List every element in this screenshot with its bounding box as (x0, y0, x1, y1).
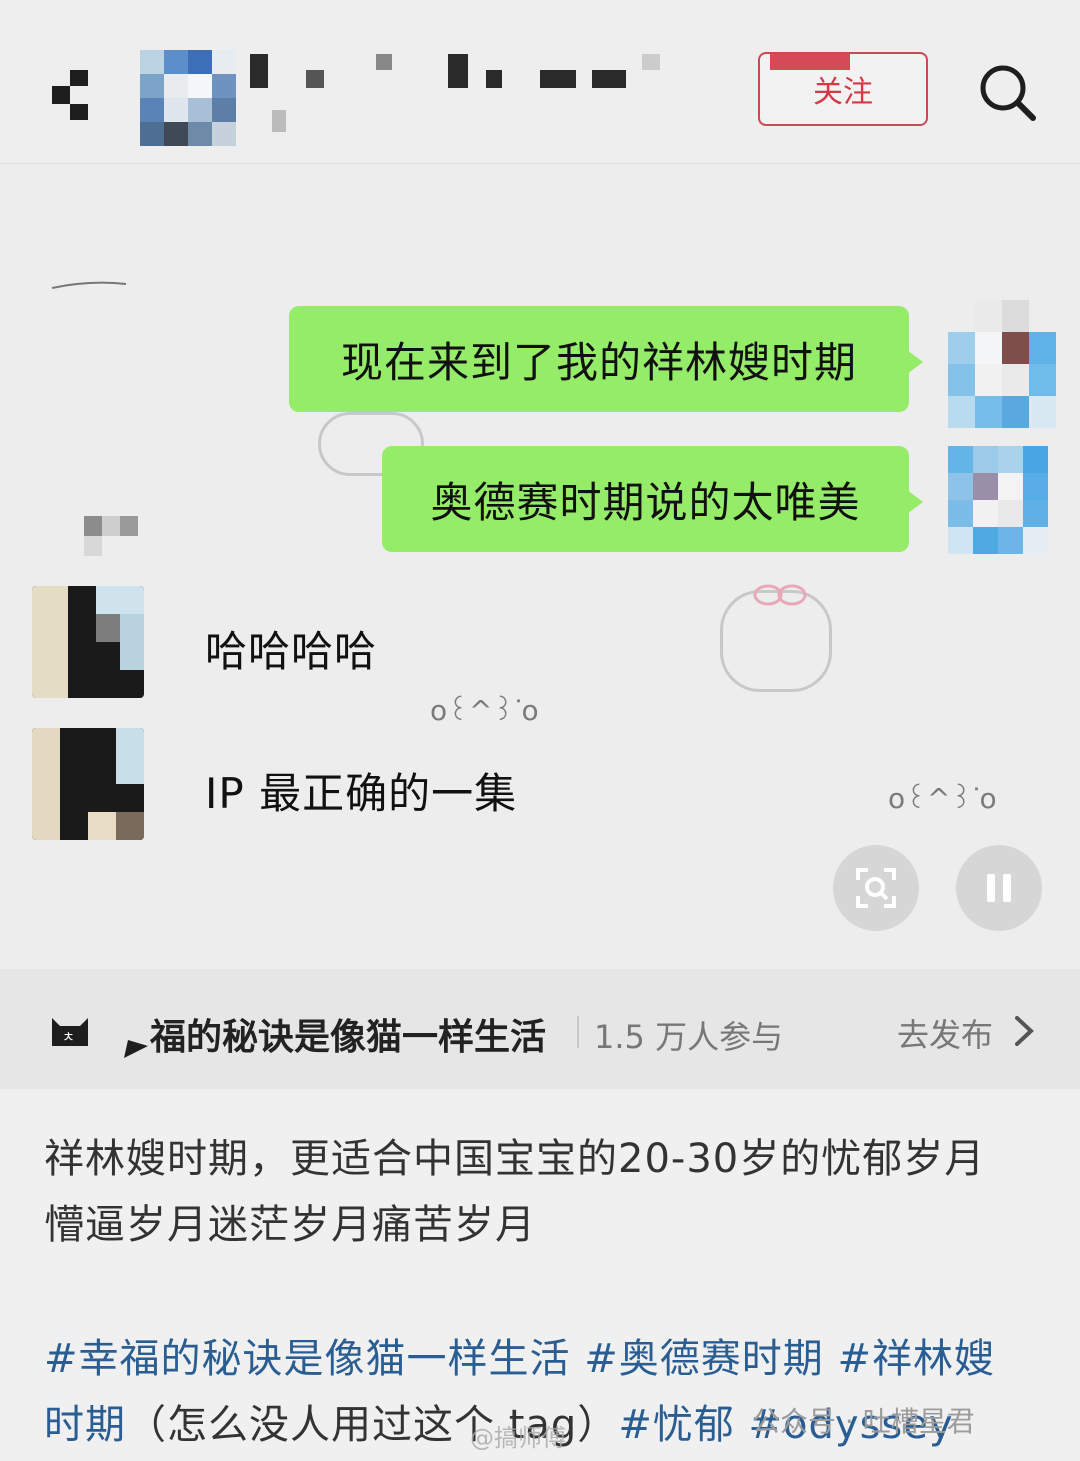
follow-label: 关注 (813, 75, 873, 110)
tag-line[interactable]: #幸福的秘诀是像猫一样生活 #奥德赛时期 #祥林嫂 (44, 1326, 1044, 1392)
search-button[interactable] (975, 60, 1039, 124)
post-body: 祥林嫂时期，更适合中国宝宝的20-30岁的忧郁岁月 懵逼岁月迷茫岁月痛苦岁月 (44, 1126, 1044, 1258)
post-body-line: 懵逼岁月迷茫岁月痛苦岁月 (44, 1202, 536, 1248)
topic-corner-icon (124, 1040, 148, 1058)
scan-button[interactable] (833, 845, 919, 931)
top-bar: 关注 (0, 0, 1080, 164)
svg-text:ㅊ: ㅊ (62, 1030, 75, 1046)
follow-button[interactable]: 关注 (758, 52, 928, 126)
publish-link[interactable]: 去发布 (897, 1010, 993, 1056)
tag-link[interactable]: 时期 (44, 1402, 126, 1448)
topic-participants: 1.5 万人参与 (594, 1018, 784, 1056)
chat-screenshot (0, 164, 1080, 969)
incoming-message: IP 最正确的一集 (205, 769, 518, 818)
outgoing-message: 现在来到了我的祥林嫂时期 (289, 306, 923, 412)
topic-name[interactable]: 福的秘诀是像猫一样生活 (150, 1008, 546, 1060)
wechat-watermark: 公众号 · 吐槽星君 (752, 1405, 975, 1438)
chevron-right-icon[interactable] (1012, 1014, 1036, 1048)
incoming-message: 哈哈哈哈 (205, 627, 378, 676)
bow-doodle (753, 584, 807, 606)
profile-avatar[interactable] (140, 50, 236, 146)
self-avatar (948, 300, 1056, 428)
scan-icon (856, 868, 896, 908)
username-redacted (250, 50, 670, 140)
friend-avatar (32, 586, 144, 698)
message-text: 奥德赛时期说的太唯美 (430, 477, 861, 527)
back-icon (52, 70, 88, 120)
weibo-watermark: @搞师傅 (470, 1424, 566, 1452)
friend-avatar (32, 728, 144, 840)
pause-button[interactable] (956, 845, 1042, 931)
self-avatar (948, 446, 1048, 554)
decor-stroke (51, 281, 127, 289)
decor-text: ο꒰^꒱ᐝο (888, 782, 997, 815)
cat-topic-icon: ㅊ (52, 1018, 88, 1046)
message-text: 现在来到了我的祥林嫂时期 (340, 337, 857, 387)
outgoing-message: 奥德赛时期说的太唯美 (382, 446, 923, 552)
post-body-line: 祥林嫂时期，更适合中国宝宝的20-30岁的忧郁岁月 (44, 1136, 986, 1182)
topic-divider (577, 1016, 579, 1048)
pause-icon (987, 874, 1011, 902)
decor-text: ο꒰^꒱ᐝο (430, 694, 539, 727)
back-button[interactable] (48, 66, 98, 126)
redacted-name (66, 516, 138, 556)
search-icon (980, 65, 1036, 121)
